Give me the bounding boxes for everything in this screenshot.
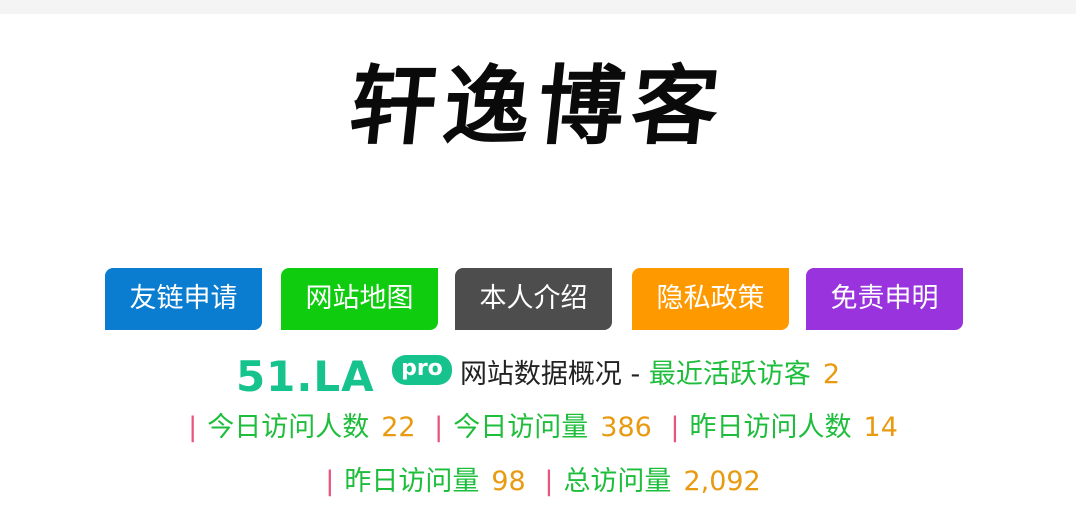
disclaimer-button[interactable]: 免责申明 xyxy=(806,268,963,330)
stat-separator: | xyxy=(544,466,554,497)
total-views-value: 2,092 xyxy=(683,466,761,497)
active-visitors-label: 最近活跃访客 xyxy=(648,359,811,390)
about-me-button[interactable]: 本人介绍 xyxy=(455,268,612,330)
stat-separator: | xyxy=(188,412,198,443)
active-visitors-value: 2 xyxy=(822,359,841,390)
stats-overview-line: 51.LA pro 网站数据概况 - 最近活跃访客 2 xyxy=(0,350,1076,400)
total-views-label: 总访问量 xyxy=(563,466,672,497)
stats-today-line: | 今日访问人数 22 | 今日访问量 386 | 昨日访问人数 14 xyxy=(0,406,1076,450)
today-visitors-label: 今日访问人数 xyxy=(207,412,370,443)
friend-link-apply-button[interactable]: 友链申请 xyxy=(105,268,262,330)
stats-history-line: | 昨日访问量 98 | 总访问量 2,092 xyxy=(0,460,1076,504)
site-map-button[interactable]: 网站地图 xyxy=(281,268,438,330)
yesterday-visitors-value: 14 xyxy=(863,412,898,443)
stat-separator: | xyxy=(434,412,444,443)
today-views-value: 386 xyxy=(600,412,652,443)
today-views-label: 今日访问量 xyxy=(453,412,589,443)
51la-pro-badge: pro xyxy=(391,354,452,385)
yesterday-views-value: 98 xyxy=(491,466,526,497)
yesterday-views-label: 昨日访问量 xyxy=(344,466,480,497)
top-strip xyxy=(0,0,1076,14)
51la-logo[interactable]: 51.LA pro xyxy=(236,353,454,399)
overview-label: 网站数据概况 xyxy=(459,359,622,390)
yesterday-visitors-label: 昨日访问人数 xyxy=(689,412,852,443)
privacy-policy-button[interactable]: 隐私政策 xyxy=(632,268,789,330)
stat-separator: | xyxy=(325,466,335,497)
site-title-logo: 轩逸博客 xyxy=(344,56,732,157)
overview-dash: - xyxy=(630,359,641,390)
today-visitors-value: 22 xyxy=(381,412,416,443)
stat-separator: | xyxy=(670,412,680,443)
51la-logo-text: 51.LA xyxy=(235,351,375,401)
